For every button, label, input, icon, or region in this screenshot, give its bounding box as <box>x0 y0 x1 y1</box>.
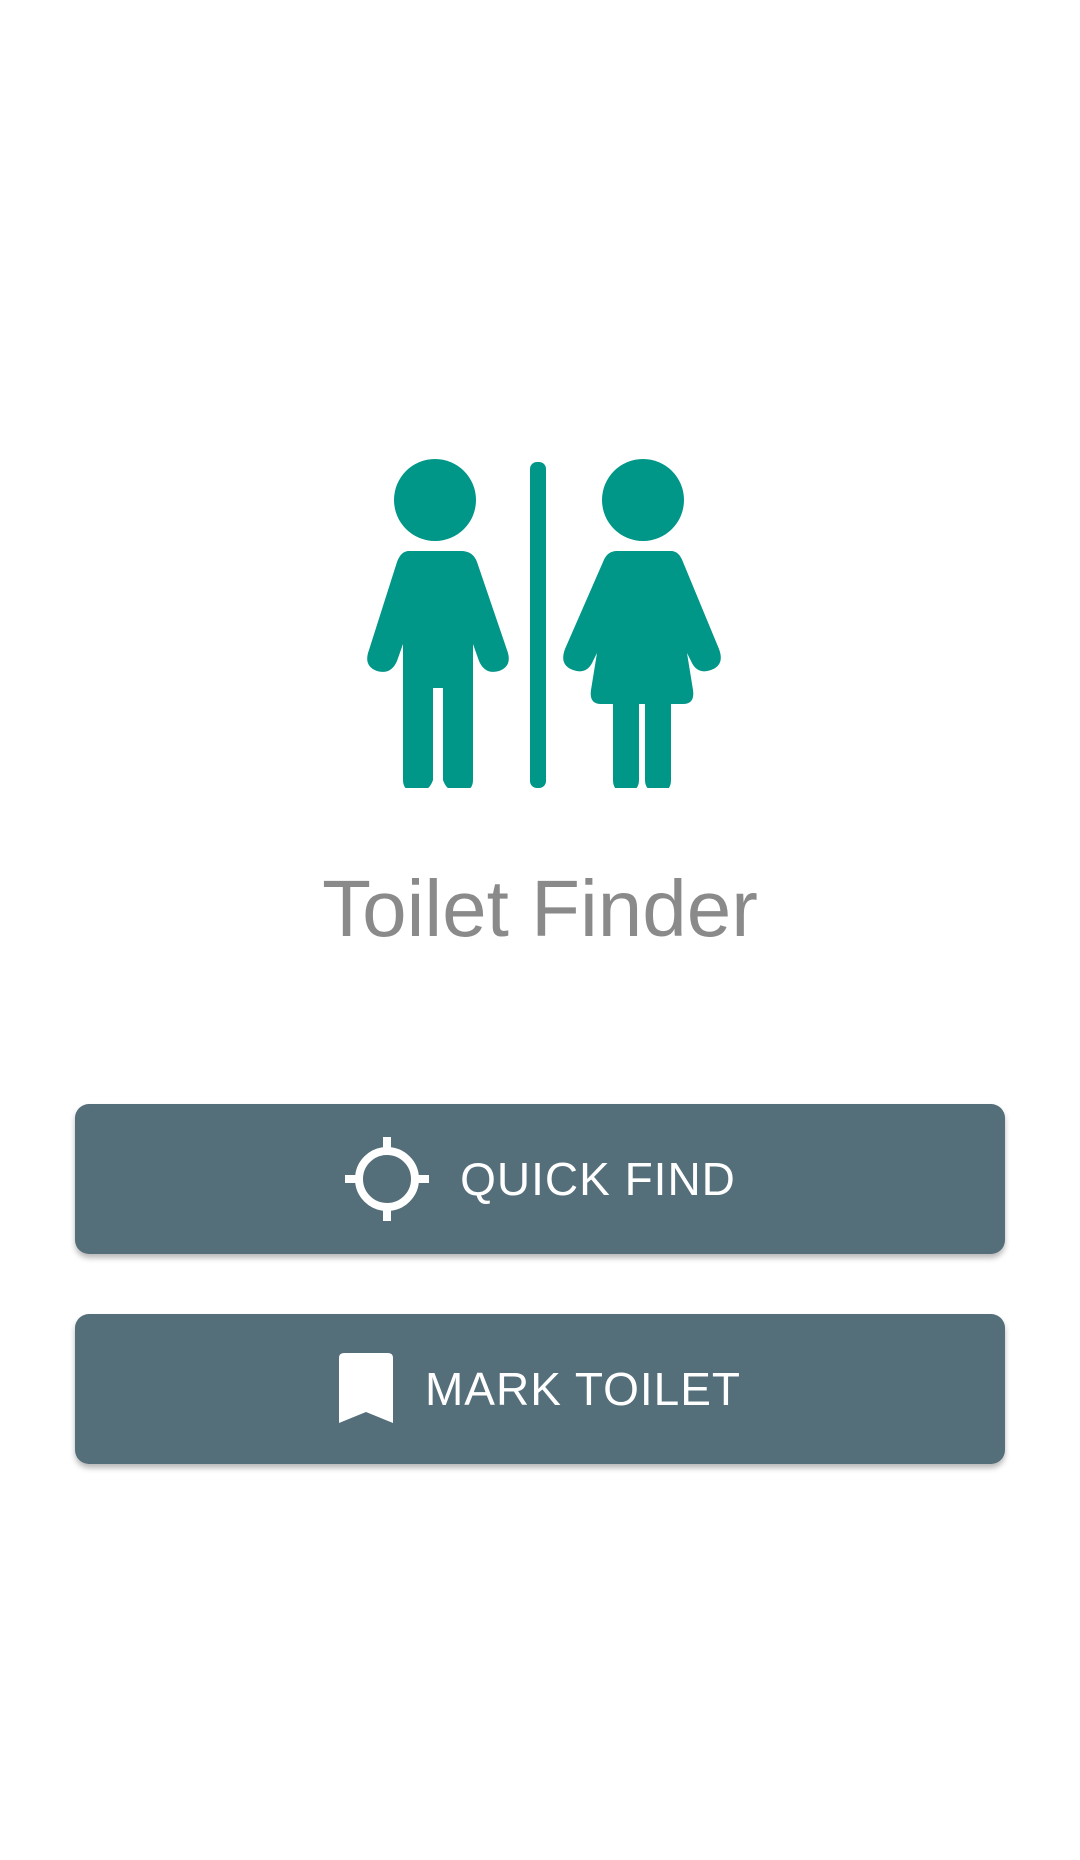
crosshair-icon <box>344 1136 430 1222</box>
bookmark-icon <box>338 1353 393 1425</box>
quick-find-button[interactable]: QUICK FIND <box>75 1104 1005 1254</box>
restroom-icon <box>355 458 725 792</box>
mark-toilet-label: MARK TOILET <box>424 1363 742 1415</box>
quick-find-label: QUICK FIND <box>460 1153 736 1205</box>
mark-toilet-button[interactable]: MARK TOILET <box>75 1314 1005 1464</box>
app-title: Toilet Finder <box>322 864 758 953</box>
